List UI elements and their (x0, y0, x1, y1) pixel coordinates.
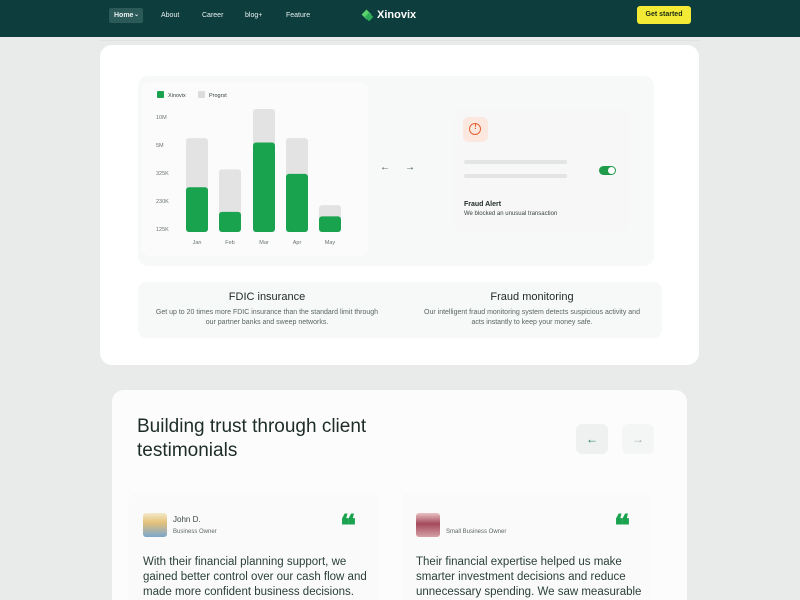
nav-career[interactable]: Career (202, 8, 223, 23)
testimonial-role: Business Owner (173, 529, 217, 535)
legend-swatch-xinovix (157, 91, 164, 98)
nav-about[interactable]: About (161, 8, 179, 23)
testimonial-text: Their financial expertise helped us make… (416, 556, 642, 598)
placeholder-line (464, 174, 567, 178)
placeholder-line (464, 160, 567, 164)
bar-xinovix-mar (253, 142, 275, 232)
toggle-switch[interactable] (599, 166, 616, 175)
y-tick-label: 325K (156, 171, 169, 177)
y-tick-label: 5M (156, 143, 164, 149)
nav-feature[interactable]: Feature (286, 8, 310, 23)
legend-label-progrst: Progrst (209, 93, 227, 99)
x-tick-label: Apr (293, 240, 302, 246)
legend-label-xinovix: Xinovix (168, 93, 186, 99)
feature-title-fraud: Fraud monitoring (490, 291, 574, 303)
y-tick-label: 230K (156, 199, 169, 205)
quote-icon: ❝ (614, 509, 631, 544)
fraud-alert-title: Fraud Alert (464, 201, 502, 208)
bar-xinovix-feb (219, 211, 241, 232)
avatar (416, 513, 440, 537)
divider (100, 40, 700, 41)
x-tick-label: Jan (193, 240, 202, 246)
logo-icon (361, 9, 374, 21)
bar-chart: Xinovix Progrst 10M 5M 325K 230K 125K Jan Feb… (156, 91, 341, 246)
testimonial-text: With their financial planning support, w… (143, 556, 367, 598)
avatar (143, 513, 167, 537)
bar-xinovix-may (319, 216, 341, 232)
testimonial-prev-button[interactable]: ← (576, 424, 608, 454)
bar-xinovix-jan (186, 187, 208, 232)
arrow-right-icon[interactable]: → (405, 162, 415, 173)
quote-icon: ❝ (340, 509, 357, 544)
get-started-button[interactable]: Get started (637, 6, 691, 24)
alert-icon: ! (463, 117, 488, 142)
y-tick-label: 10M (156, 115, 167, 121)
x-tick-label: Feb (225, 240, 234, 246)
chevron-down-icon: ⌄ (133, 12, 139, 18)
feature-desc-fdic: Get up to 20 times more FDIC insurance t… (155, 309, 379, 326)
fraud-alert-subtitle: We blocked an unusual transaction (464, 211, 558, 217)
nav-home-label: Home (114, 12, 134, 19)
testimonial-name: John D. (173, 515, 201, 524)
arrow-left-icon[interactable]: ← (380, 162, 390, 173)
feature-title-fdic: FDIC insurance (228, 291, 306, 303)
toggle-knob (608, 167, 615, 174)
testimonials-heading: Building trust through client testimonial… (137, 416, 367, 461)
brand-logo[interactable]: Xinovix (361, 7, 417, 23)
brand-name: Xinovix (377, 9, 417, 21)
nav-home[interactable]: Home ⌄ (109, 8, 143, 23)
testimonial-next-button[interactable]: → (622, 424, 654, 454)
feature-desc-fraud: Our intelligent fraud monitoring system … (424, 309, 640, 326)
top-navbar: Home ⌄ About Career blog+ Feature Xinovix… (0, 0, 800, 37)
testimonial-role: Small Business Owner (446, 529, 507, 535)
x-tick-label: Mar (259, 240, 269, 246)
y-tick-label: 125K (156, 227, 169, 233)
legend-swatch-progrst (198, 91, 205, 98)
nav-blog[interactable]: blog+ (245, 8, 262, 23)
chart-panel: Xinovix Progrst 10M 5M 325K 230K 125K Jan Feb… (142, 82, 368, 256)
bar-xinovix-apr (286, 173, 308, 232)
x-tick-label: May (325, 240, 336, 246)
